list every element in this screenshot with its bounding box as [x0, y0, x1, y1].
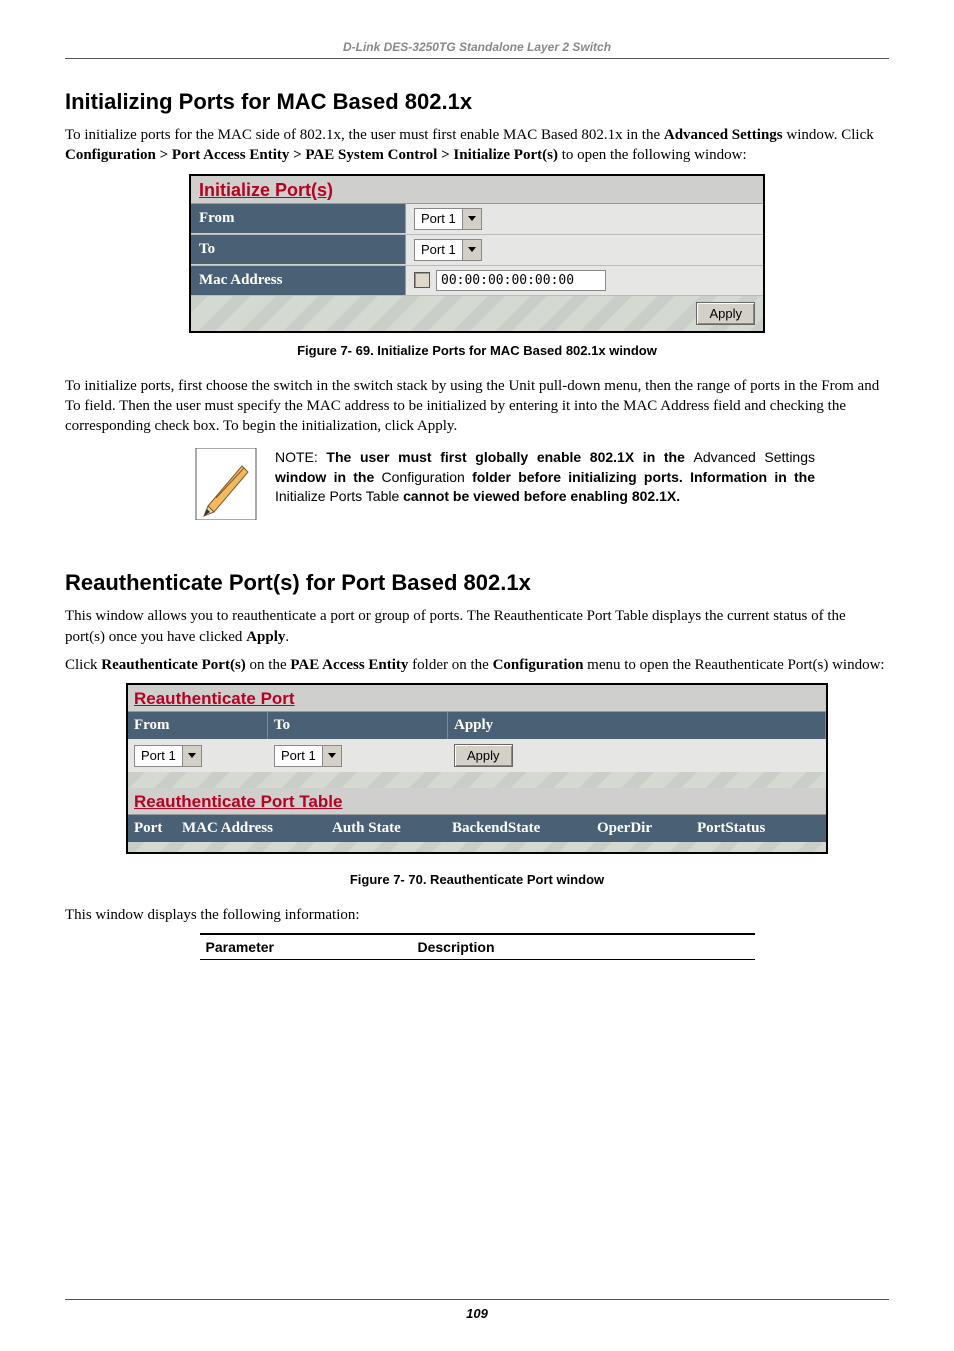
note-plain: Initialize Ports Table [275, 488, 403, 504]
text: This window allows you to reauthenticate… [65, 608, 846, 644]
col-backend: BackendState [446, 815, 591, 842]
section2-p3: This window displays the following infor… [65, 905, 889, 925]
initialize-ports-panel: Initialize Port(s) From Port 1 To Port 1… [189, 174, 765, 333]
panel-tail [128, 842, 826, 852]
figure-caption-69: Figure 7- 69. Initialize Ports for MAC B… [65, 343, 889, 358]
note-bold: folder before initializing ports. Inform… [472, 469, 815, 485]
text: menu to open the Reauthenticate Port(s) … [583, 657, 884, 673]
reauth-to-value: Port 1 [275, 748, 322, 763]
from-port-dropdown[interactable]: Port 1 [414, 208, 482, 230]
text: window. Click [783, 127, 874, 143]
apply-button[interactable]: Apply [696, 302, 755, 325]
panel-title: Reauthenticate Port Table [128, 788, 826, 815]
section2-p1: This window allows you to reauthenticate… [65, 606, 889, 647]
page-footer: 109 [65, 1299, 889, 1321]
text-bold: Configuration [493, 657, 584, 673]
param-header: Parameter [200, 935, 412, 959]
to-label: To [191, 235, 406, 264]
panel-title: Reauthenticate Port [128, 685, 826, 712]
section2-title: Reauthenticate Port(s) for Port Based 80… [65, 570, 889, 596]
text: Click [65, 657, 101, 673]
reauth-to-dropdown[interactable]: Port 1 [274, 745, 342, 767]
text: To initialize ports for the MAC side of … [65, 127, 664, 143]
header-to: To [268, 712, 448, 739]
chevron-down-icon[interactable] [182, 746, 201, 766]
chevron-down-icon[interactable] [462, 209, 481, 229]
reauth-from-dropdown[interactable]: Port 1 [134, 745, 202, 767]
text: . [285, 629, 289, 645]
mac-address-checkbox[interactable] [414, 272, 430, 288]
col-operdir: OperDir [591, 815, 691, 842]
figure-caption-70: Figure 7- 70. Reauthenticate Port window [65, 872, 889, 887]
chevron-down-icon[interactable] [322, 746, 341, 766]
col-auth: Auth State [326, 815, 446, 842]
text: on the [246, 657, 291, 673]
reauth-apply-button[interactable]: Apply [454, 744, 513, 767]
mac-address-input[interactable] [436, 270, 606, 291]
text: folder on the [408, 657, 492, 673]
note-plain: Advanced Settings [694, 449, 815, 465]
panel-title: Initialize Port(s) [191, 176, 763, 204]
note-bold: The user must first globally enable 802.… [326, 449, 693, 465]
section1-title: Initializing Ports for MAC Based 802.1x [65, 89, 889, 115]
text-bold: Configuration > Port Access Entity > PAE… [65, 147, 558, 163]
section1-intro: To initialize ports for the MAC side of … [65, 125, 889, 166]
header-apply: Apply [448, 712, 826, 739]
text-bold: Reauthenticate Port(s) [101, 657, 246, 673]
col-portstatus: PortStatus [691, 815, 826, 842]
note-bold: window in the [275, 469, 382, 485]
note-lead: NOTE: [275, 449, 326, 465]
description-header: Description [412, 935, 755, 959]
note-plain: Configuration [382, 469, 473, 485]
to-port-value: Port 1 [415, 242, 462, 257]
reauth-from-value: Port 1 [135, 748, 182, 763]
chevron-down-icon[interactable] [462, 240, 481, 260]
header-from: From [128, 712, 268, 739]
col-port: Port [128, 815, 176, 842]
to-port-dropdown[interactable]: Port 1 [414, 239, 482, 261]
text-bold: PAE Access Entity [290, 657, 408, 673]
from-port-value: Port 1 [415, 211, 462, 226]
reauthenticate-port-panel: Reauthenticate Port From To Apply Port 1… [126, 683, 828, 854]
mac-address-label: Mac Address [191, 266, 406, 295]
section2-p2: Click Reauthenticate Port(s) on the PAE … [65, 655, 889, 675]
page-header: D-Link DES-3250TG Standalone Layer 2 Swi… [65, 40, 889, 59]
note-block: NOTE: The user must first globally enabl… [195, 448, 815, 520]
from-label: From [191, 204, 406, 233]
text-bold: Advanced Settings [664, 127, 783, 143]
text: to open the following window: [558, 147, 747, 163]
col-mac: MAC Address [176, 815, 326, 842]
section1-p2: To initialize ports, first choose the sw… [65, 376, 889, 437]
pencil-icon [195, 448, 257, 520]
note-text: NOTE: The user must first globally enabl… [275, 448, 815, 507]
panel-spacer [128, 772, 826, 788]
note-bold: cannot be viewed before enabling 802.1X. [403, 488, 680, 504]
parameter-table: Parameter Description [200, 933, 755, 960]
text-bold: Apply [246, 629, 285, 645]
